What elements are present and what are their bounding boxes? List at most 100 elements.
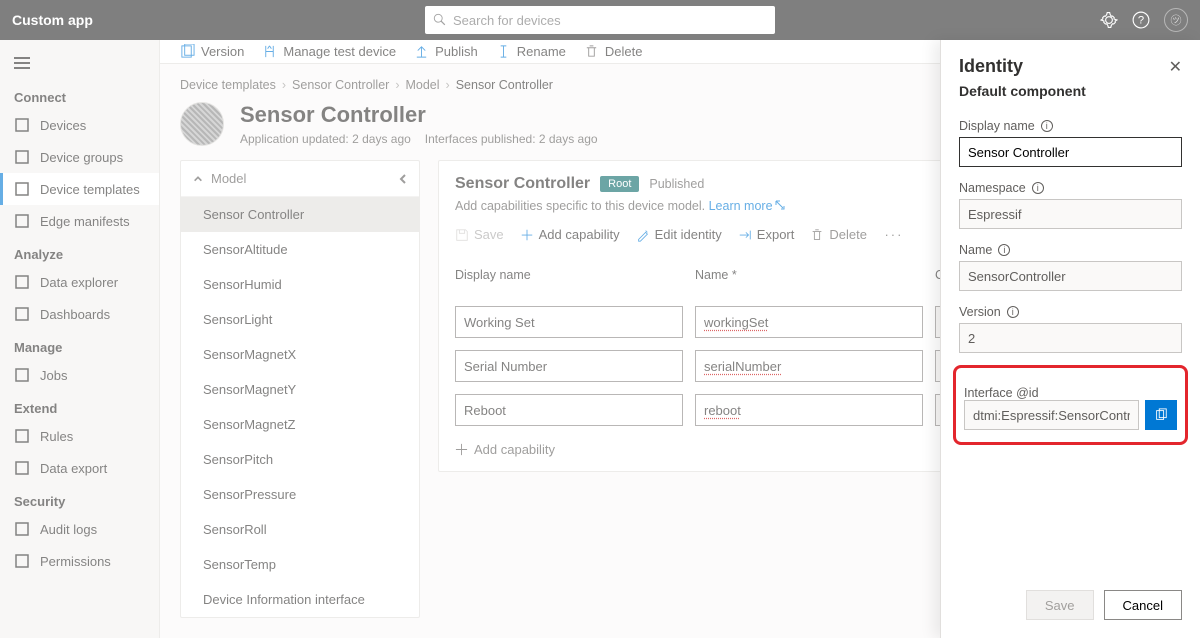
learn-more-link[interactable]: Learn more xyxy=(709,199,785,213)
input-interface-id[interactable] xyxy=(964,400,1139,430)
sidebar-item-device-templates[interactable]: Device templates xyxy=(0,173,159,205)
cmd-publish[interactable]: Publish xyxy=(414,44,478,59)
cap-display-name[interactable]: Reboot xyxy=(455,394,683,426)
sidebar-section-label: Extend xyxy=(0,391,159,420)
nav-icon xyxy=(14,117,30,133)
cap-export-button[interactable]: Export xyxy=(738,227,795,242)
cap-more-button[interactable]: ··· xyxy=(883,227,905,242)
label-name: Namei xyxy=(959,243,1182,257)
chevron-up-icon xyxy=(193,174,203,184)
flyout-cancel-button[interactable]: Cancel xyxy=(1104,590,1182,620)
template-thumbnail xyxy=(180,102,224,146)
nav-icon xyxy=(14,181,30,197)
cap-name[interactable]: reboot xyxy=(695,394,923,426)
sidebar-item-device-groups[interactable]: Device groups xyxy=(0,141,159,173)
crumb-sensor-controller[interactable]: Sensor Controller xyxy=(292,78,389,92)
cap-name[interactable]: serialNumber xyxy=(695,350,923,382)
sidebar-item-data-explorer[interactable]: Data explorer xyxy=(0,266,159,298)
nav-icon xyxy=(14,521,30,537)
model-item[interactable]: SensorPitch xyxy=(181,442,419,477)
flyout-subheader: Default component xyxy=(941,83,1200,109)
flyout-save-button: Save xyxy=(1026,590,1094,620)
cmd-rename[interactable]: Rename xyxy=(496,44,566,59)
label-version: Versioni xyxy=(959,305,1182,319)
nav-icon xyxy=(14,306,30,322)
input-display-name[interactable] xyxy=(959,137,1182,167)
cap-add-capability-button[interactable]: Add capability xyxy=(520,227,620,242)
nav-icon xyxy=(14,367,30,383)
info-icon: i xyxy=(1041,120,1053,132)
help-icon[interactable]: ? xyxy=(1132,11,1150,29)
identity-flyout: Identity ✕ Default component Display nam… xyxy=(940,40,1200,638)
plus-icon xyxy=(455,443,468,456)
crumb-current: Sensor Controller xyxy=(456,78,553,92)
sidebar-section-label: Manage xyxy=(0,330,159,359)
cap-display-name[interactable]: Serial Number xyxy=(455,350,683,382)
model-panel: Model Sensor ControllerSensorAltitudeSen… xyxy=(180,160,420,618)
model-item[interactable]: SensorLight xyxy=(181,302,419,337)
sidebar-collapse[interactable] xyxy=(0,46,159,80)
model-panel-header[interactable]: Model xyxy=(181,161,419,197)
app-title: Custom app xyxy=(12,12,93,28)
model-item[interactable]: SensorHumid xyxy=(181,267,419,302)
top-bar: Custom app ? ㋡ xyxy=(0,0,1200,40)
col-display-name: Display name xyxy=(455,268,683,282)
cap-display-name[interactable]: Working Set xyxy=(455,306,683,338)
search-input[interactable] xyxy=(453,13,767,28)
cap-edit-identity-button[interactable]: Edit identity xyxy=(636,227,722,242)
crumb-device-templates[interactable]: Device templates xyxy=(180,78,276,92)
sidebar-item-edge-manifests[interactable]: Edge manifests xyxy=(0,205,159,237)
sidebar-item-devices[interactable]: Devices xyxy=(0,109,159,141)
model-item[interactable]: SensorMagnetY xyxy=(181,372,419,407)
chevron-left-icon xyxy=(397,173,409,185)
nav-icon xyxy=(14,553,30,569)
crumb-model[interactable]: Model xyxy=(405,78,439,92)
cmd-manage-test-device[interactable]: Manage test device xyxy=(262,44,396,59)
model-item[interactable]: SensorTemp xyxy=(181,547,419,582)
info-icon: i xyxy=(1007,306,1019,318)
cap-delete-button[interactable]: Delete xyxy=(810,227,867,242)
cmd-version[interactable]: Version xyxy=(180,44,244,59)
model-item[interactable]: Device Information interface xyxy=(181,582,419,617)
input-name xyxy=(959,261,1182,291)
cap-save-button: Save xyxy=(455,227,504,242)
sidebar-item-permissions[interactable]: Permissions xyxy=(0,545,159,577)
sidebar-section-label: Security xyxy=(0,484,159,513)
sidebar-section-label: Analyze xyxy=(0,237,159,266)
model-item[interactable]: SensorMagnetZ xyxy=(181,407,419,442)
sidebar-item-rules[interactable]: Rules xyxy=(0,420,159,452)
nav-icon xyxy=(14,428,30,444)
info-icon: i xyxy=(998,244,1010,256)
copy-button[interactable] xyxy=(1145,400,1177,430)
meta-published: Interfaces published: 2 days ago xyxy=(425,132,598,146)
meta-updated: Application updated: 2 days ago xyxy=(240,132,411,146)
flyout-title: Identity xyxy=(959,56,1169,77)
input-version xyxy=(959,323,1182,353)
nav-icon xyxy=(14,460,30,476)
page-title: Sensor Controller xyxy=(240,102,598,128)
close-icon[interactable]: ✕ xyxy=(1169,57,1182,77)
model-item[interactable]: SensorMagnetX xyxy=(181,337,419,372)
model-item[interactable]: Sensor Controller xyxy=(181,197,419,232)
cap-name[interactable]: workingSet xyxy=(695,306,923,338)
info-icon: i xyxy=(1032,182,1044,194)
model-item[interactable]: SensorRoll xyxy=(181,512,419,547)
cmd-delete[interactable]: Delete xyxy=(584,44,643,59)
sidebar-item-data-export[interactable]: Data export xyxy=(0,452,159,484)
model-item[interactable]: SensorPressure xyxy=(181,477,419,512)
search-wrap xyxy=(425,6,775,34)
label-display-name: Display namei xyxy=(959,119,1182,133)
model-item[interactable]: SensorAltitude xyxy=(181,232,419,267)
search-icon xyxy=(433,13,447,27)
sidebar-section-label: Connect xyxy=(0,80,159,109)
gear-icon[interactable] xyxy=(1100,11,1118,29)
nav-icon xyxy=(14,149,30,165)
sidebar-item-audit-logs[interactable]: Audit logs xyxy=(0,513,159,545)
component-title: Sensor Controller xyxy=(455,175,590,193)
search-box[interactable] xyxy=(425,6,775,34)
sidebar-item-dashboards[interactable]: Dashboards xyxy=(0,298,159,330)
nav-icon xyxy=(14,274,30,290)
published-label: Published xyxy=(649,177,704,191)
sidebar-item-jobs[interactable]: Jobs xyxy=(0,359,159,391)
avatar[interactable]: ㋡ xyxy=(1164,8,1188,32)
